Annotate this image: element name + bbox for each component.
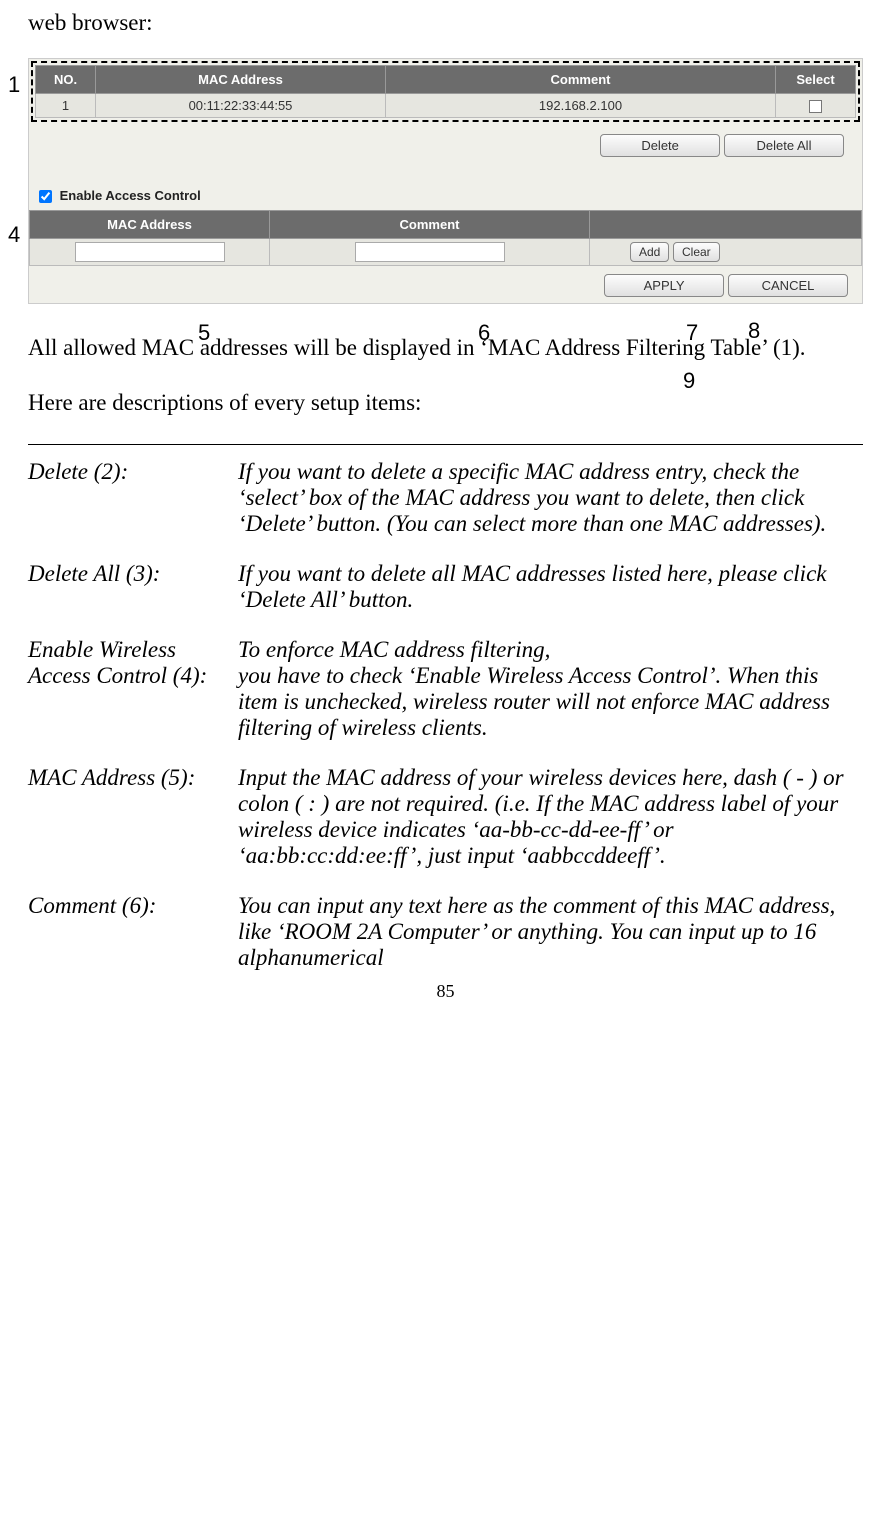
- def-comment: You can input any text here as the comme…: [238, 893, 863, 971]
- cell-select: [776, 94, 856, 118]
- col-mac: MAC Address: [96, 66, 386, 94]
- def-enable-wireless: To enforce MAC address filtering, you ha…: [238, 637, 863, 741]
- col2-mac: MAC Address: [30, 211, 270, 239]
- callout-5: 5: [198, 320, 210, 346]
- enable-access-row: Enable Access Control: [29, 181, 862, 210]
- description-list: Delete (2): If you want to delete a spec…: [28, 459, 863, 971]
- mac-filter-table: NO. MAC Address Comment Select 1 00:11:2…: [35, 65, 856, 118]
- callout-4: 4: [8, 222, 20, 248]
- intro-text: web browser:: [28, 10, 863, 36]
- def-enable-line1: To enforce MAC address filtering,: [238, 637, 550, 662]
- add-clear-cell: Add Clear: [590, 239, 862, 266]
- delete-button[interactable]: Delete: [600, 134, 720, 157]
- router-ui-panel: NO. MAC Address Comment Select 1 00:11:2…: [28, 58, 863, 304]
- paragraph-after-image-1: All allowed MAC addresses will be displa…: [28, 334, 863, 363]
- comment-input-cell: [270, 239, 590, 266]
- def-enable-line2: you have to check ‘Enable Wireless Acces…: [238, 663, 830, 740]
- clear-button[interactable]: Clear: [673, 242, 720, 262]
- desc-comment: Comment (6): You can input any text here…: [28, 893, 863, 971]
- apply-button[interactable]: APPLY: [604, 274, 724, 297]
- cancel-button[interactable]: CANCEL: [728, 274, 848, 297]
- callout-6: 6: [478, 320, 490, 346]
- mac-table-highlight: NO. MAC Address Comment Select 1 00:11:2…: [31, 61, 860, 122]
- term-comment: Comment (6):: [28, 893, 238, 971]
- callout-7: 7: [686, 320, 698, 346]
- select-checkbox[interactable]: [809, 100, 822, 113]
- term-enable-line2: Access Control (4):: [28, 663, 207, 688]
- term-delete-all: Delete All (3):: [28, 561, 238, 613]
- callout-8: 8: [748, 318, 760, 344]
- term-delete: Delete (2):: [28, 459, 238, 537]
- mac-address-input[interactable]: [75, 242, 225, 262]
- callout-1: 1: [8, 72, 20, 98]
- mac-input-cell: [30, 239, 270, 266]
- def-delete: If you want to delete a specific MAC add…: [238, 459, 863, 537]
- delete-button-row: Delete Delete All: [29, 124, 862, 163]
- term-enable-line1: Enable Wireless: [28, 637, 176, 662]
- term-enable-wireless: Enable Wireless Access Control (4):: [28, 637, 238, 741]
- col-comment: Comment: [386, 66, 776, 94]
- apply-cancel-row: APPLY CANCEL: [29, 266, 862, 303]
- enable-access-checkbox[interactable]: [39, 190, 52, 203]
- screenshot-panel-wrap: 1 2 3 4 5 6 7 8 9 NO. MAC Address Commen…: [28, 58, 863, 304]
- desc-delete: Delete (2): If you want to delete a spec…: [28, 459, 863, 537]
- table-row: 1 00:11:22:33:44:55 192.168.2.100: [36, 94, 856, 118]
- def-mac-address: Input the MAC address of your wireless d…: [238, 765, 863, 869]
- desc-delete-all: Delete All (3): If you want to delete al…: [28, 561, 863, 613]
- comment-input[interactable]: [355, 242, 505, 262]
- col-select: Select: [776, 66, 856, 94]
- page-number: 85: [28, 981, 863, 1002]
- add-button[interactable]: Add: [630, 242, 669, 262]
- callout-9: 9: [683, 368, 695, 394]
- desc-enable-wireless: Enable Wireless Access Control (4): To e…: [28, 637, 863, 741]
- col2-actions: [590, 211, 862, 239]
- enable-access-label: Enable Access Control: [60, 188, 201, 203]
- paragraph-after-image-2: Here are descriptions of every setup ite…: [28, 389, 863, 418]
- cell-mac: 00:11:22:33:44:55: [96, 94, 386, 118]
- term-mac-address: MAC Address (5):: [28, 765, 238, 869]
- delete-all-button[interactable]: Delete All: [724, 134, 844, 157]
- cell-no: 1: [36, 94, 96, 118]
- cell-comment: 192.168.2.100: [386, 94, 776, 118]
- desc-mac-address: MAC Address (5): Input the MAC address o…: [28, 765, 863, 869]
- horizontal-rule: [28, 444, 863, 445]
- add-row: Add Clear: [30, 239, 862, 266]
- def-delete-all: If you want to delete all MAC addresses …: [238, 561, 863, 613]
- add-mac-table: MAC Address Comment Add Clear: [29, 210, 862, 266]
- col-no: NO.: [36, 66, 96, 94]
- col2-comment: Comment: [270, 211, 590, 239]
